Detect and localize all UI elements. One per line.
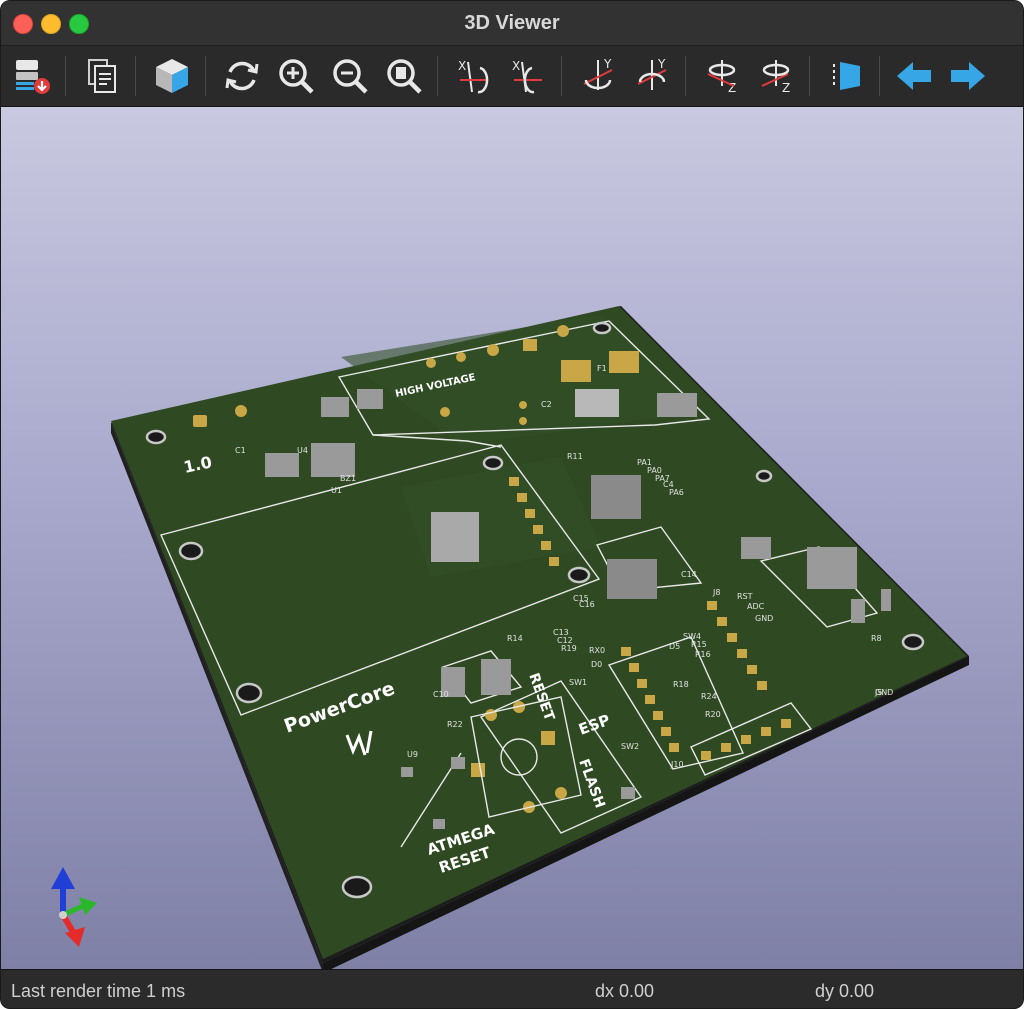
rotate-z-cw-icon: Z — [707, 60, 736, 95]
flip-board-button[interactable] — [823, 53, 869, 99]
rotate-x-ccw-button[interactable]: X — [505, 53, 551, 99]
svg-text:R20: R20 — [705, 710, 721, 719]
svg-text:R18: R18 — [673, 680, 689, 689]
svg-text:Y: Y — [657, 57, 666, 71]
zoom-fit-button[interactable] — [381, 53, 427, 99]
move-right-button[interactable] — [945, 53, 991, 99]
render-settings-button[interactable] — [149, 53, 195, 99]
svg-text:Z: Z — [782, 81, 790, 95]
svg-text:SW1: SW1 — [569, 678, 587, 687]
svg-text:BZ1: BZ1 — [340, 474, 356, 483]
svg-text:R8: R8 — [871, 634, 882, 643]
dx-readout: dx 0.00 — [595, 981, 655, 1001]
svg-text:J8: J8 — [712, 588, 720, 597]
arrow-right-icon — [951, 62, 985, 90]
copy-clipboard-icon — [88, 59, 116, 93]
svg-text:X: X — [458, 59, 466, 73]
svg-text:R16: R16 — [695, 650, 711, 659]
svg-text:RST: RST — [737, 592, 753, 601]
svg-text:U9: U9 — [407, 750, 418, 759]
toolbar: X X Y Y Z Z — [1, 46, 1023, 107]
pcb-render: 1.0 HIGH VOLTAGE PowerCore RESET ESP FLA… — [51, 306, 969, 969]
rotate-x-cw-icon: X — [458, 59, 489, 94]
axis-gizmo — [51, 867, 97, 947]
rotate-y-cw-button[interactable]: Y — [575, 53, 621, 99]
rotate-y-cw-icon: Y — [583, 57, 613, 90]
svg-text:F1: F1 — [597, 364, 607, 373]
rotate-x-cw-button[interactable]: X — [451, 53, 497, 99]
copy-clipboard-button[interactable] — [79, 53, 125, 99]
svg-text:C14: C14 — [681, 570, 697, 579]
svg-text:RX0: RX0 — [589, 646, 605, 655]
svg-text:J10: J10 — [670, 760, 684, 769]
svg-text:Y: Y — [603, 57, 612, 71]
rotate-y-ccw-button[interactable]: Y — [629, 53, 675, 99]
svg-text:C16: C16 — [579, 600, 595, 609]
svg-text:C10: C10 — [433, 690, 449, 699]
svg-text:C2: C2 — [541, 400, 552, 409]
x-axis-arrow — [65, 927, 85, 947]
svg-text:GND: GND — [755, 614, 773, 623]
reload-board-button[interactable] — [219, 53, 265, 99]
viewer-window: 3D Viewer X X Y Y Z Z 1.0 HIGH VOLTAGE P… — [0, 0, 1024, 1009]
svg-text:ADC: ADC — [747, 602, 765, 611]
rotate-z-ccw-icon: Z — [761, 60, 790, 95]
window-title: 3D Viewer — [464, 12, 560, 34]
zoom-out-icon — [333, 59, 368, 94]
cube-icon — [156, 59, 188, 93]
svg-text:R24: R24 — [701, 692, 717, 701]
svg-text:R14: R14 — [507, 634, 523, 643]
z-axis-arrow — [51, 867, 75, 889]
svg-text:C1: C1 — [235, 446, 246, 455]
svg-text:U4: U4 — [297, 446, 308, 455]
render-time-label: Last render time 1 ms — [11, 981, 186, 1001]
svg-text:D5: D5 — [669, 642, 680, 651]
rotate-y-ccw-icon: Y — [637, 57, 667, 90]
dy-readout: dy 0.00 — [815, 981, 875, 1001]
svg-text:X: X — [512, 59, 520, 73]
svg-text:R19: R19 — [561, 644, 577, 653]
svg-text:R15: R15 — [691, 640, 707, 649]
zoom-in-icon — [279, 59, 314, 94]
rotate-z-ccw-button[interactable]: Z — [753, 53, 799, 99]
export-image-icon — [16, 60, 50, 94]
rotate-z-cw-button[interactable]: Z — [699, 53, 745, 99]
zoom-in-button[interactable] — [273, 53, 319, 99]
rotate-x-ccw-icon: X — [512, 59, 542, 94]
svg-text:SW2: SW2 — [621, 742, 639, 751]
arrow-left-icon — [897, 62, 931, 90]
title-bar: 3D Viewer — [1, 1, 1023, 46]
svg-text:D0: D0 — [591, 660, 602, 669]
3d-viewport[interactable]: 1.0 HIGH VOLTAGE PowerCore RESET ESP FLA… — [1, 107, 1023, 969]
flip-board-icon — [833, 62, 860, 90]
reload-icon — [225, 61, 259, 91]
move-left-button[interactable] — [891, 53, 937, 99]
svg-text:U1: U1 — [331, 486, 342, 495]
svg-text:PA6: PA6 — [669, 488, 684, 497]
svg-text:R11: R11 — [567, 452, 583, 461]
status-bar: Last render time 1 ms dx 0.00 dy 0.00 — [1, 969, 1023, 1008]
export-image-button[interactable] — [9, 53, 55, 99]
svg-text:R22: R22 — [447, 720, 463, 729]
zoom-fit-icon — [387, 59, 422, 94]
zoom-out-button[interactable] — [327, 53, 373, 99]
svg-text:GND: GND — [875, 688, 893, 697]
